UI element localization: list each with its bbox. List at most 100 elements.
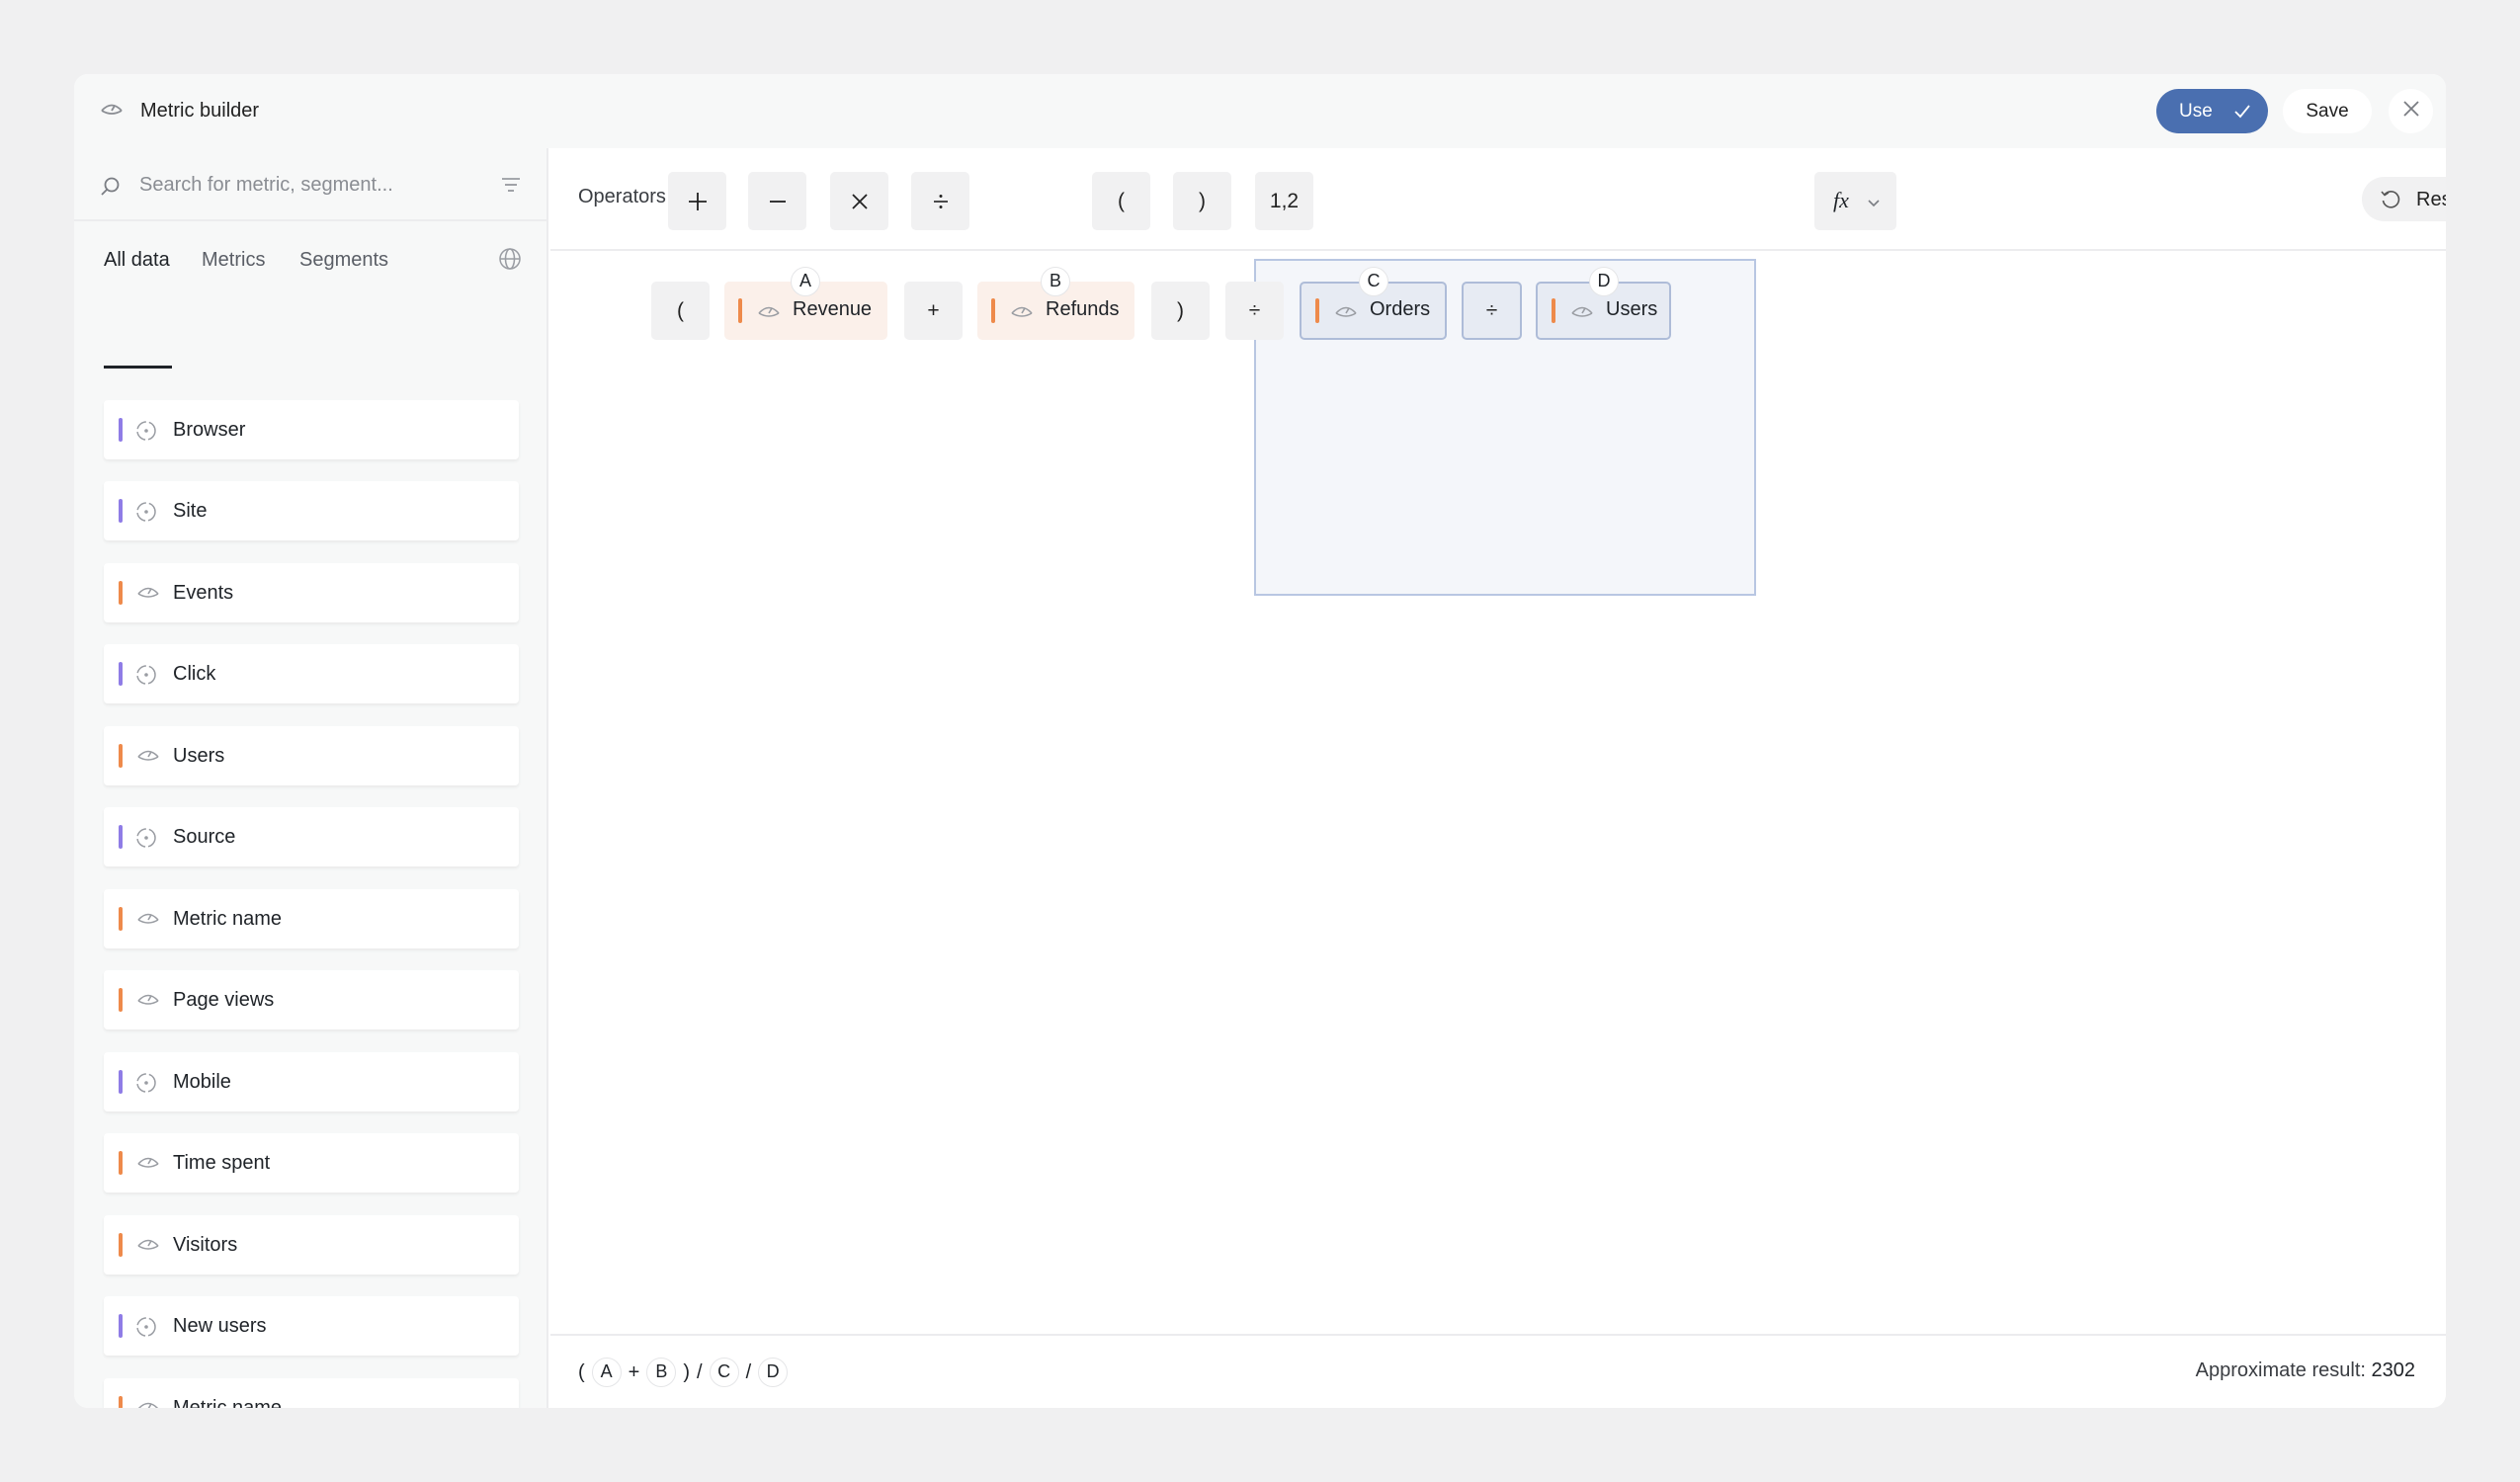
token-label: Revenue xyxy=(793,298,873,320)
divide-icon xyxy=(933,194,948,208)
tab-metrics[interactable]: Metrics xyxy=(202,247,265,273)
formula-chip-b: B xyxy=(646,1358,677,1387)
segment-icon xyxy=(135,420,157,447)
open-paren-button[interactable]: ( xyxy=(1092,172,1150,230)
metric-color-bar xyxy=(119,1151,123,1175)
token-badge: B xyxy=(1041,267,1070,296)
metric-color-bar xyxy=(119,1233,123,1257)
token-badge: C xyxy=(1359,267,1388,296)
function-dropdown[interactable]: fx xyxy=(1814,172,1896,230)
sidebar-item-click[interactable]: Click xyxy=(104,644,519,703)
token-metric-c[interactable]: C Orders xyxy=(1300,267,1447,340)
close-button[interactable] xyxy=(2389,89,2433,133)
sidebar-item-page-views[interactable]: Page views xyxy=(104,970,519,1029)
operators-label: Operators xyxy=(578,186,666,207)
segment-color-bar xyxy=(119,499,123,523)
sidebar-item-label: Browser xyxy=(173,419,246,441)
reset-icon xyxy=(2380,189,2401,215)
function-label: fx xyxy=(1833,188,1849,212)
close-icon xyxy=(2402,100,2420,123)
token-open-paren[interactable]: ( xyxy=(651,282,710,340)
formula-slash: / xyxy=(697,1360,703,1383)
search-input[interactable] xyxy=(139,168,465,202)
token-divide-selected[interactable]: ÷ xyxy=(1462,282,1522,340)
formula-chip-c: C xyxy=(709,1358,739,1387)
metric-color-bar xyxy=(738,298,742,323)
formula-chip-d: D xyxy=(758,1358,789,1387)
token-close-paren[interactable]: ) xyxy=(1151,282,1210,340)
divide-operator-button[interactable] xyxy=(911,172,969,230)
token-metric-b[interactable]: B Refunds xyxy=(977,267,1134,340)
metric-color-bar xyxy=(119,581,123,605)
token-metric-d[interactable]: D Users xyxy=(1536,267,1671,340)
globe-icon[interactable] xyxy=(498,247,522,276)
metric-color-bar xyxy=(1315,298,1319,323)
sidebar-item-browser[interactable]: Browser xyxy=(104,400,519,459)
sidebar-item-users[interactable]: Users xyxy=(104,726,519,785)
segment-icon xyxy=(135,501,157,528)
token-metric-a[interactable]: A Revenue xyxy=(724,267,887,340)
chevron-down-icon xyxy=(1867,196,1881,213)
save-button[interactable]: Save xyxy=(2283,89,2372,133)
minus-operator-button[interactable] xyxy=(748,172,806,230)
minus-icon xyxy=(769,200,786,203)
metric-icon xyxy=(756,302,782,327)
close-paren-button[interactable]: ) xyxy=(1173,172,1231,230)
search-bar xyxy=(74,148,546,221)
metric-color-bar xyxy=(119,907,123,931)
sidebar: All data Metrics Segments Browser Site xyxy=(74,148,548,1408)
sidebar-item-site[interactable]: Site xyxy=(104,481,519,540)
search-icon xyxy=(100,176,122,203)
multiply-operator-button[interactable] xyxy=(830,172,888,230)
sidebar-tabs: All data Metrics Segments xyxy=(74,223,546,292)
metric-color-bar xyxy=(119,1396,123,1408)
metric-color-bar xyxy=(991,298,995,323)
use-button-label: Use xyxy=(2179,100,2213,122)
formula-chip-a: A xyxy=(591,1358,622,1387)
sidebar-item-metric-name-2[interactable]: Metric name xyxy=(104,1378,519,1408)
use-button[interactable]: Use xyxy=(2156,89,2268,133)
sidebar-item-new-users[interactable]: New users xyxy=(104,1296,519,1356)
segment-icon xyxy=(135,827,157,854)
result-value: 2302 xyxy=(2371,1359,2416,1381)
window-title: Metric builder xyxy=(140,100,260,122)
sidebar-item-label: Mobile xyxy=(173,1071,231,1093)
expression-canvas[interactable]: ( A Revenue + B Refunds ) ÷ C Orders ÷ D xyxy=(550,253,2446,1336)
metric-icon xyxy=(135,909,161,934)
token-badge: A xyxy=(791,267,820,296)
metric-color-bar xyxy=(119,988,123,1012)
result-label: Approximate result: xyxy=(2195,1359,2366,1381)
tab-all-data[interactable]: All data xyxy=(104,247,170,273)
sidebar-item-visitors[interactable]: Visitors xyxy=(104,1215,519,1275)
reset-button[interactable]: Reset xyxy=(2362,177,2446,221)
token-divide[interactable]: ÷ xyxy=(1225,282,1284,340)
sidebar-item-label: Site xyxy=(173,500,208,522)
plus-icon xyxy=(688,192,707,210)
segment-icon xyxy=(135,1072,157,1099)
formula-plus: + xyxy=(628,1360,640,1383)
formula-footer: ( A + B ) / C / D Approximate result: 23… xyxy=(550,1334,2446,1408)
sidebar-item-label: Source xyxy=(173,826,236,848)
token-plus[interactable]: + xyxy=(904,282,963,340)
metric-icon xyxy=(135,746,161,771)
multiply-icon xyxy=(851,193,868,209)
formula-open-paren: ( xyxy=(578,1360,585,1383)
sidebar-item-time-spent[interactable]: Time spent xyxy=(104,1133,519,1193)
filter-icon[interactable] xyxy=(501,176,521,199)
sidebar-item-mobile[interactable]: Mobile xyxy=(104,1052,519,1112)
metric-icon xyxy=(135,1398,161,1408)
sidebar-item-label: Click xyxy=(173,663,216,685)
number-button[interactable]: 1,2 xyxy=(1255,172,1313,230)
segment-color-bar xyxy=(119,662,123,686)
sidebar-item-label: Page views xyxy=(173,989,275,1011)
segment-color-bar xyxy=(119,418,123,442)
sidebar-item-source[interactable]: Source xyxy=(104,807,519,866)
sidebar-item-events[interactable]: Events xyxy=(104,563,519,622)
metric-icon xyxy=(135,1153,161,1178)
metric-icon xyxy=(99,100,125,124)
title-bar: Metric builder Use Save xyxy=(74,74,2446,148)
sidebar-item-metric-name[interactable]: Metric name xyxy=(104,889,519,948)
tab-segments[interactable]: Segments xyxy=(299,247,388,273)
plus-operator-button[interactable] xyxy=(668,172,726,230)
formula-close-paren: ) xyxy=(683,1360,691,1383)
